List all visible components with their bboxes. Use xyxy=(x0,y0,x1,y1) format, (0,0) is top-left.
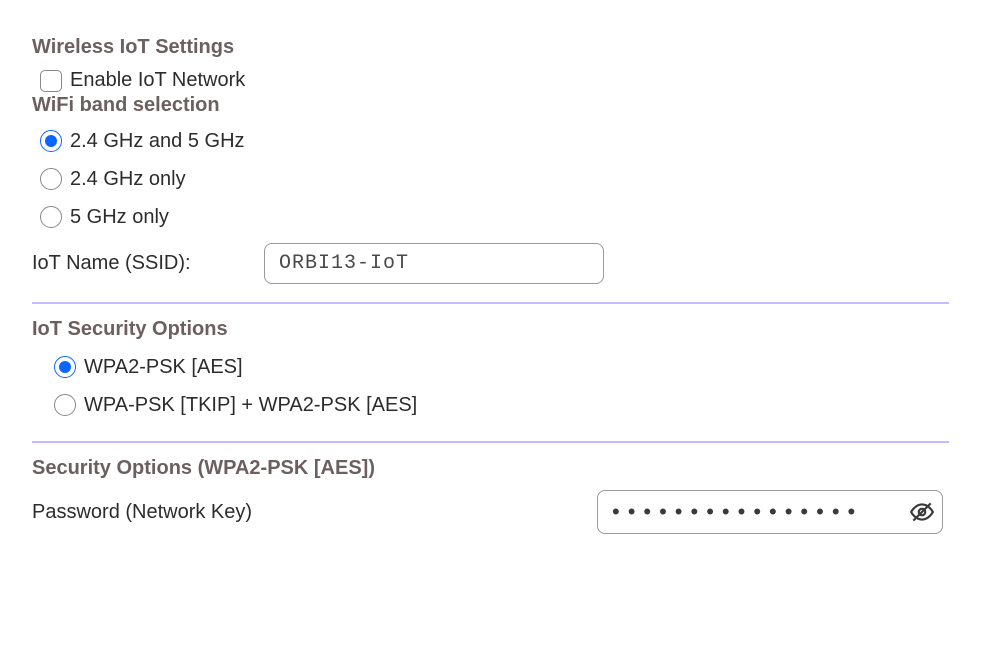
settings-panel: Wireless IoT Settings Enable IoT Network… xyxy=(0,0,981,534)
divider-2 xyxy=(32,441,949,443)
security-radio-wpa2[interactable] xyxy=(54,356,76,378)
band-label-5: 5 GHz only xyxy=(70,206,169,229)
enable-iot-label: Enable IoT Network xyxy=(70,69,245,92)
wireless-iot-title: Wireless IoT Settings xyxy=(32,36,949,59)
band-label-24: 2.4 GHz only xyxy=(70,168,186,191)
enable-iot-checkbox[interactable] xyxy=(40,70,62,92)
security-option-mixed-row: WPA-PSK [TKIP] + WPA2-PSK [AES] xyxy=(54,389,949,421)
security-radio-mixed[interactable] xyxy=(54,394,76,416)
band-radio-both[interactable] xyxy=(40,130,62,152)
enable-iot-row: Enable IoT Network xyxy=(40,69,949,92)
divider-1 xyxy=(32,302,949,304)
password-input[interactable] xyxy=(597,490,943,534)
band-option-24-row: 2.4 GHz only xyxy=(40,163,949,195)
band-option-both-row: 2.4 GHz and 5 GHz xyxy=(40,125,949,157)
security-label-mixed: WPA-PSK [TKIP] + WPA2-PSK [AES] xyxy=(84,394,417,417)
band-selection-title: WiFi band selection xyxy=(32,94,949,117)
password-field-wrap xyxy=(597,490,943,534)
band-radio-5[interactable] xyxy=(40,206,62,228)
password-section-title: Security Options (WPA2-PSK [AES]) xyxy=(32,457,949,480)
ssid-label: IoT Name (SSID): xyxy=(32,252,264,275)
security-label-wpa2: WPA2-PSK [AES] xyxy=(84,356,243,379)
eye-slash-icon xyxy=(909,499,935,525)
password-row: Password (Network Key) xyxy=(32,490,949,534)
band-option-5-row: 5 GHz only xyxy=(40,201,949,233)
ssid-row: IoT Name (SSID): xyxy=(32,243,949,284)
security-option-wpa2-row: WPA2-PSK [AES] xyxy=(54,351,949,383)
toggle-password-visibility-button[interactable] xyxy=(907,497,937,527)
security-options-title: IoT Security Options xyxy=(32,318,949,341)
band-label-both: 2.4 GHz and 5 GHz xyxy=(70,130,245,153)
ssid-input[interactable] xyxy=(264,243,604,284)
band-radio-24[interactable] xyxy=(40,168,62,190)
password-label: Password (Network Key) xyxy=(32,501,252,524)
